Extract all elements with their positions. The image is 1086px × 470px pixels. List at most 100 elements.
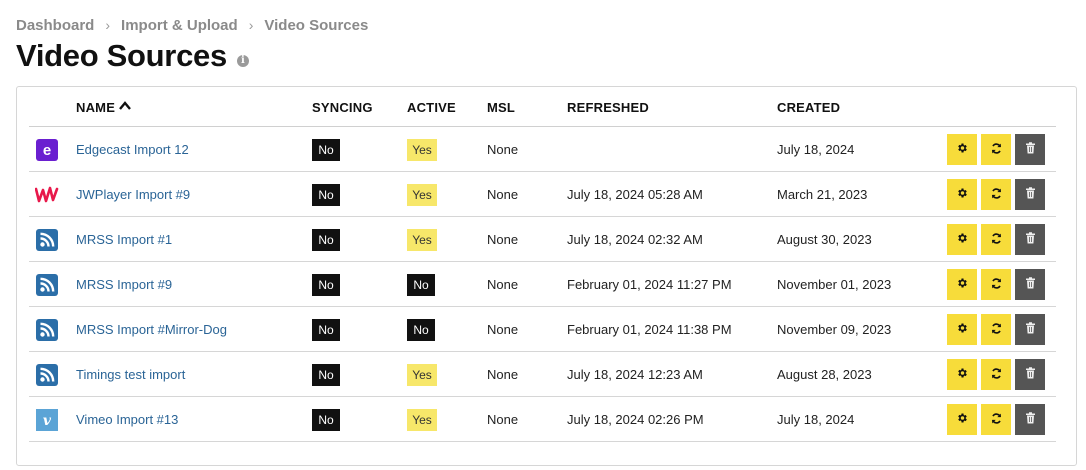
refreshed-cell: February 01, 2024 11:38 PM [567, 322, 732, 337]
settings-button[interactable] [947, 269, 977, 300]
sort-ascending-icon [119, 101, 131, 113]
column-header-created[interactable]: CREATED [777, 87, 840, 127]
column-header-syncing[interactable]: SYNCING [312, 87, 373, 127]
msl-cell: None [487, 322, 519, 337]
refresh-button[interactable] [981, 404, 1011, 435]
table-row: MRSS Import #1 No Yes None July 18, 2024… [29, 217, 1056, 262]
msl-cell: None [487, 412, 519, 427]
rss-logo [35, 273, 59, 297]
active-cell: Yes [407, 352, 437, 397]
delete-button[interactable] [1015, 359, 1045, 390]
delete-button[interactable] [1015, 269, 1045, 300]
syncing-badge: No [312, 318, 340, 341]
refreshed-cell: July 18, 2024 05:28 AM [567, 187, 703, 202]
syncing-cell: No [312, 352, 340, 397]
settings-button[interactable] [947, 314, 977, 345]
table-header: NAME SYNCING ACTIVE MSL REFRESHED CREATE… [29, 87, 1056, 127]
active-badge: Yes [407, 363, 437, 386]
trash-icon [1025, 187, 1036, 202]
column-header-refreshed[interactable]: REFRESHED [567, 87, 649, 127]
gear-icon [956, 142, 968, 157]
row-actions [947, 359, 1045, 390]
msl-cell: None [487, 142, 519, 157]
column-header-active[interactable]: ACTIVE [407, 87, 456, 127]
row-actions [947, 269, 1045, 300]
trash-icon [1025, 277, 1036, 292]
svg-text:e: e [43, 142, 51, 159]
settings-button[interactable] [947, 134, 977, 165]
refresh-button[interactable] [981, 359, 1011, 390]
column-header-msl[interactable]: MSL [487, 87, 515, 127]
delete-button[interactable] [1015, 224, 1045, 255]
refresh-button[interactable] [981, 224, 1011, 255]
settings-button[interactable] [947, 224, 977, 255]
refresh-button[interactable] [981, 269, 1011, 300]
refreshed-cell: July 18, 2024 02:26 PM [567, 412, 704, 427]
edgecast-logo: e [35, 138, 59, 162]
svg-text:v: v [43, 413, 52, 429]
delete-button[interactable] [1015, 314, 1045, 345]
page-title: Video Sources [16, 38, 227, 73]
source-name-link[interactable]: MRSS Import #1 [76, 232, 172, 247]
logo-cell [35, 262, 59, 307]
active-badge: Yes [407, 408, 437, 431]
active-badge: Yes [407, 138, 437, 161]
column-header-name[interactable]: NAME [76, 87, 131, 127]
active-badge: Yes [407, 228, 437, 251]
row-actions [947, 224, 1045, 255]
name-cell: MRSS Import #1 [76, 217, 172, 262]
syncing-badge: No [312, 138, 340, 161]
syncing-cell: No [312, 307, 340, 352]
syncing-cell: No [312, 262, 340, 307]
info-icon[interactable]: i [236, 54, 249, 67]
row-actions [947, 404, 1045, 435]
name-cell: JWPlayer Import #9 [76, 172, 190, 217]
trash-icon [1025, 367, 1036, 382]
source-name-link[interactable]: Vimeo Import #13 [76, 412, 178, 427]
logo-cell [35, 217, 59, 262]
active-cell: Yes [407, 217, 437, 262]
source-name-link[interactable]: MRSS Import #Mirror-Dog [76, 322, 227, 337]
created-cell: July 18, 2024 [777, 142, 855, 157]
msl-cell: None [487, 187, 519, 202]
source-name-link[interactable]: JWPlayer Import #9 [76, 187, 190, 202]
settings-button[interactable] [947, 404, 977, 435]
name-cell: Edgecast Import 12 [76, 127, 189, 172]
refresh-icon [990, 412, 1003, 428]
gear-icon [956, 187, 968, 202]
settings-button[interactable] [947, 359, 977, 390]
table-row: v Vimeo Import #13 No Yes None July 18, … [29, 397, 1056, 442]
table-row: MRSS Import #Mirror-Dog No No None Febru… [29, 307, 1056, 352]
source-name-link[interactable]: Edgecast Import 12 [76, 142, 189, 157]
source-name-link[interactable]: Timings test import [76, 367, 185, 382]
syncing-cell: No [312, 172, 340, 217]
refresh-button[interactable] [981, 134, 1011, 165]
rss-logo [35, 228, 59, 252]
refresh-icon [990, 187, 1003, 203]
row-actions [947, 179, 1045, 210]
active-cell: No [407, 262, 435, 307]
refresh-button[interactable] [981, 314, 1011, 345]
settings-button[interactable] [947, 179, 977, 210]
delete-button[interactable] [1015, 134, 1045, 165]
syncing-cell: No [312, 397, 340, 442]
delete-button[interactable] [1015, 404, 1045, 435]
active-cell: No [407, 307, 435, 352]
vimeo-logo: v [35, 408, 59, 432]
delete-button[interactable] [1015, 179, 1045, 210]
gear-icon [956, 322, 968, 337]
breadcrumb-current: Video Sources [264, 16, 369, 34]
name-cell: MRSS Import #9 [76, 262, 172, 307]
msl-cell: None [487, 277, 519, 292]
breadcrumb-dashboard[interactable]: Dashboard [16, 17, 94, 34]
name-cell: Vimeo Import #13 [76, 397, 178, 442]
syncing-cell: No [312, 127, 340, 172]
breadcrumb-import-upload[interactable]: Import & Upload [121, 17, 238, 34]
syncing-badge: No [312, 363, 340, 386]
refresh-button[interactable] [981, 179, 1011, 210]
active-cell: Yes [407, 172, 437, 217]
trash-icon [1025, 322, 1036, 337]
syncing-badge: No [312, 183, 340, 206]
source-name-link[interactable]: MRSS Import #9 [76, 277, 172, 292]
name-cell: Timings test import [76, 352, 185, 397]
